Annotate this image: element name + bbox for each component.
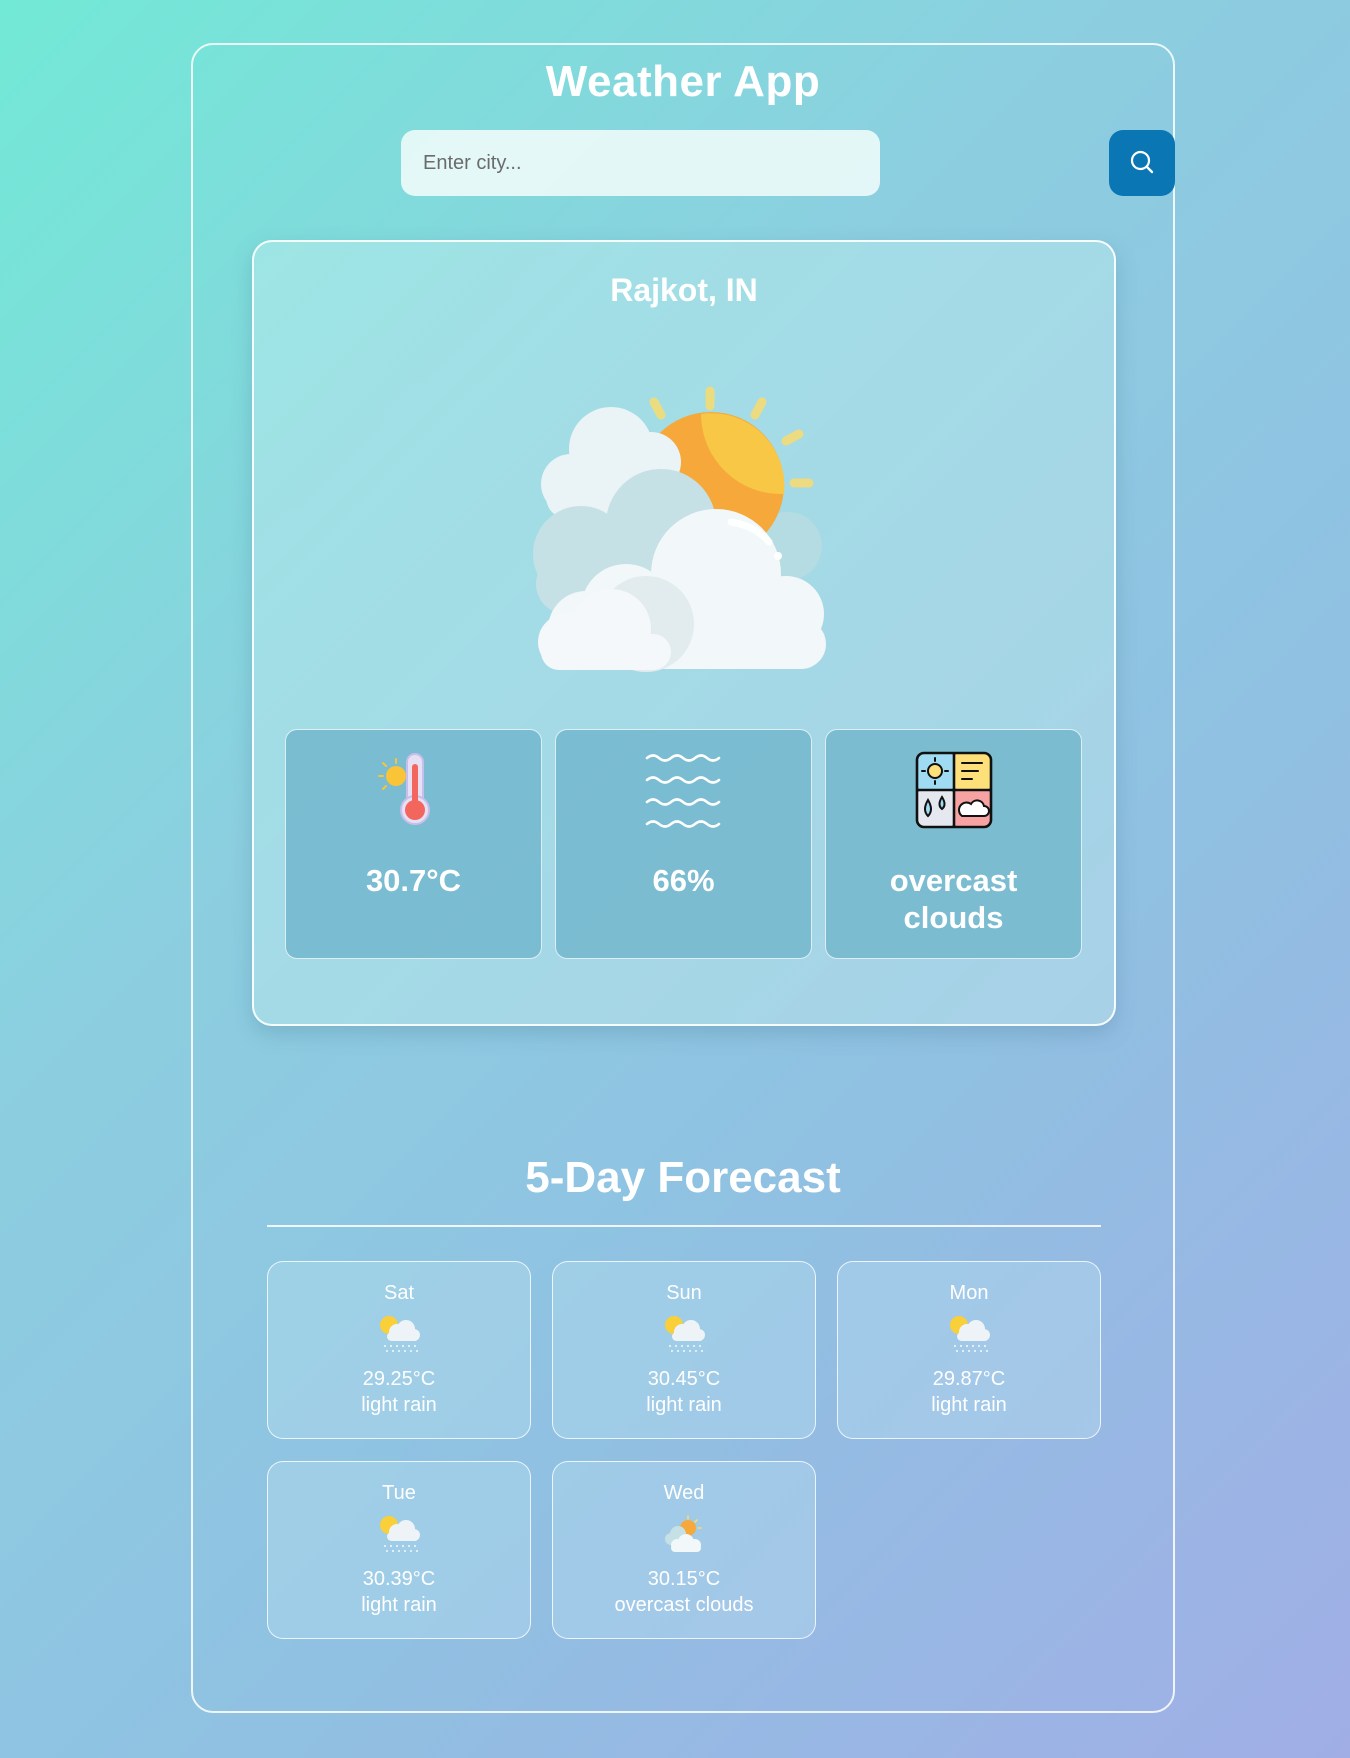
light-rain-icon — [947, 1314, 991, 1359]
forecast-card-wed: Wed 30.15°C overcast clouds — [552, 1461, 816, 1639]
weather-app-container: Weather App Rajkot, IN — [191, 43, 1175, 1713]
light-rain-icon — [377, 1514, 421, 1559]
forecast-temp: 30.15°C — [647, 1568, 721, 1590]
forecast-desc: overcast clouds — [614, 1594, 754, 1616]
humidity-box: 66% — [555, 729, 812, 959]
light-rain-icon — [662, 1314, 706, 1359]
temperature-value: 30.7°C — [365, 863, 462, 898]
forecast-temp: 29.87°C — [932, 1368, 1006, 1390]
forecast-day: Mon — [949, 1282, 989, 1304]
city-search-input[interactable] — [401, 130, 880, 196]
forecast-day: Sun — [666, 1282, 702, 1304]
forecast-desc: light rain — [361, 1594, 437, 1616]
forecast-day: Wed — [663, 1482, 705, 1504]
forecast-day: Sat — [383, 1282, 415, 1304]
light-rain-icon — [377, 1314, 421, 1359]
forecast-temp: 29.25°C — [362, 1368, 436, 1390]
forecast-day: Tue — [382, 1482, 416, 1504]
current-weather-card: Rajkot, IN 30.7°C 66% overcast clouds — [252, 240, 1116, 1026]
thermometer-icon — [374, 750, 454, 835]
forecast-temp: 30.45°C — [647, 1368, 721, 1390]
forecast-desc: light rain — [646, 1394, 722, 1416]
app-title: Weather App — [545, 57, 821, 106]
search-button[interactable] — [1109, 130, 1175, 196]
temperature-box: 30.7°C — [285, 729, 542, 959]
forecast-desc: light rain — [931, 1394, 1007, 1416]
description-box: overcast clouds — [825, 729, 1082, 959]
partly-cloudy-icon — [516, 374, 846, 679]
forecast-card-sat: Sat 29.25°C light rain — [267, 1261, 531, 1439]
overcast-clouds-icon — [662, 1514, 706, 1559]
forecast-card-mon: Mon 29.87°C light rain — [837, 1261, 1101, 1439]
humidity-value: 66% — [652, 863, 715, 898]
forecast-temp: 30.39°C — [362, 1568, 436, 1590]
description-value: overcast clouds — [889, 863, 1018, 935]
city-name: Rajkot, IN — [610, 272, 758, 308]
forecast-title: 5-Day Forecast — [525, 1153, 841, 1202]
search-icon — [1128, 148, 1156, 179]
forecast-card-tue: Tue 30.39°C light rain — [267, 1461, 531, 1639]
forecast-divider — [267, 1225, 1101, 1227]
forecast-card-sun: Sun 30.45°C light rain — [552, 1261, 816, 1439]
weather-conditions-icon — [914, 750, 994, 835]
forecast-desc: light rain — [361, 1394, 437, 1416]
humidity-waves-icon — [644, 750, 724, 835]
